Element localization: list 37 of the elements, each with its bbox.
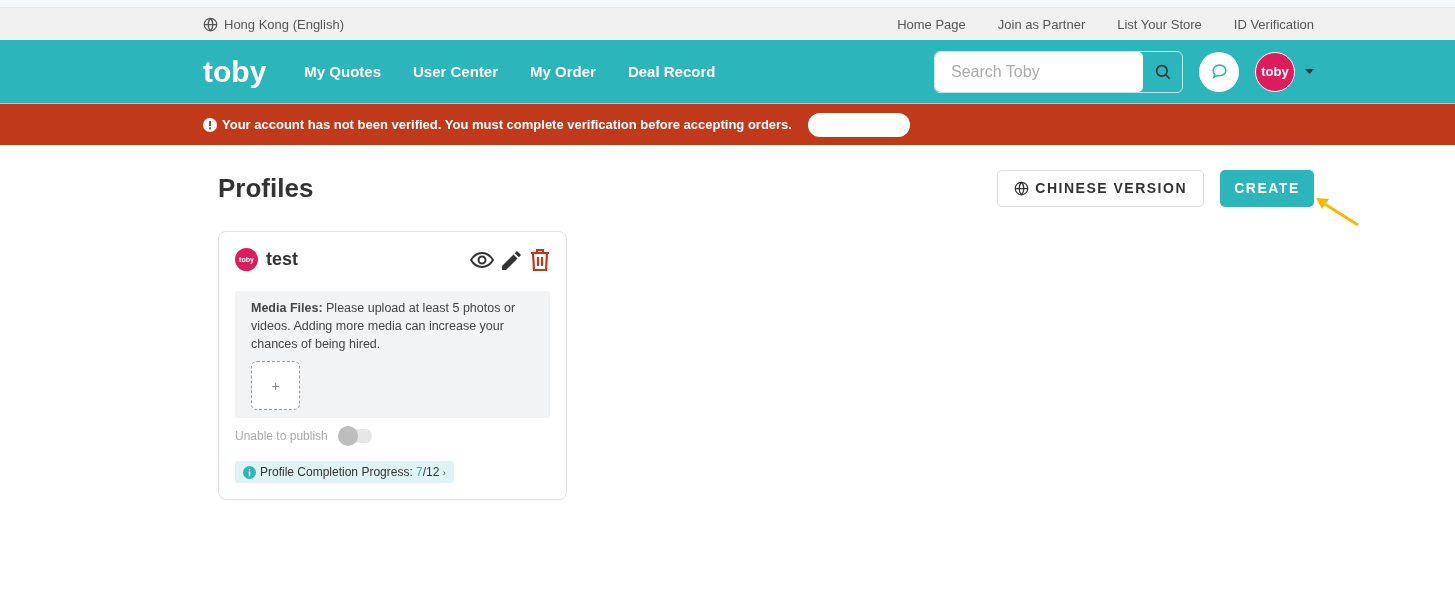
- arrow-icon: [1314, 197, 1360, 227]
- progress-badge[interactable]: Profile Completion Progress: 7/12 ›: [235, 461, 454, 483]
- edit-button[interactable]: [502, 249, 522, 270]
- profile-name: test: [266, 249, 298, 270]
- alert-message: Your account has not been verified. You must complete verification before accepting orders.: [222, 117, 792, 132]
- user-avatar[interactable]: toby: [1255, 51, 1295, 92]
- top-link[interactable]: Join as Partner: [997, 16, 1086, 32]
- add-media-button[interactable]: +: [251, 361, 300, 410]
- nav-link[interactable]: My Order: [530, 63, 596, 80]
- eye-icon: [470, 251, 494, 268]
- nav-link[interactable]: My Quotes: [304, 63, 381, 80]
- globe-icon: [203, 16, 218, 32]
- nav-link[interactable]: Deal Record: [627, 63, 716, 80]
- search-field[interactable]: Search Toby: [934, 50, 1183, 93]
- pencil-icon: [502, 249, 522, 270]
- search-icon: [1153, 62, 1172, 81]
- media-note: Media Files: Please upload at least 5 photos or videos. Adding more media can increase your chances of being hired.: [251, 300, 517, 353]
- top-link[interactable]: Home Page: [897, 16, 966, 32]
- speech-bubble-icon: [1210, 63, 1228, 80]
- blank-button[interactable]: [807, 112, 910, 137]
- create-button[interactable]: CREATE: [1220, 169, 1314, 207]
- caret-icon[interactable]: [1305, 69, 1314, 74]
- trash-icon: [530, 248, 550, 271]
- logo[interactable]: toby: [203, 54, 267, 89]
- top-link[interactable]: ID Verification: [1233, 16, 1314, 32]
- publish-label: Unable to publish: [235, 429, 328, 443]
- region-label[interactable]: Hong Kong (English): [224, 16, 344, 32]
- view-button[interactable]: [470, 251, 494, 268]
- publish-toggle[interactable]: [337, 429, 372, 443]
- globe-icon: [1014, 180, 1030, 196]
- page-title: Profiles: [218, 172, 314, 204]
- nav-link[interactable]: User Center: [413, 63, 499, 80]
- language-button[interactable]: CHINESE VERSION: [997, 169, 1204, 207]
- top-link[interactable]: List Your Store: [1117, 16, 1202, 32]
- delete-button[interactable]: [530, 248, 550, 271]
- alert-icon: [203, 117, 217, 132]
- info-icon: [243, 465, 256, 479]
